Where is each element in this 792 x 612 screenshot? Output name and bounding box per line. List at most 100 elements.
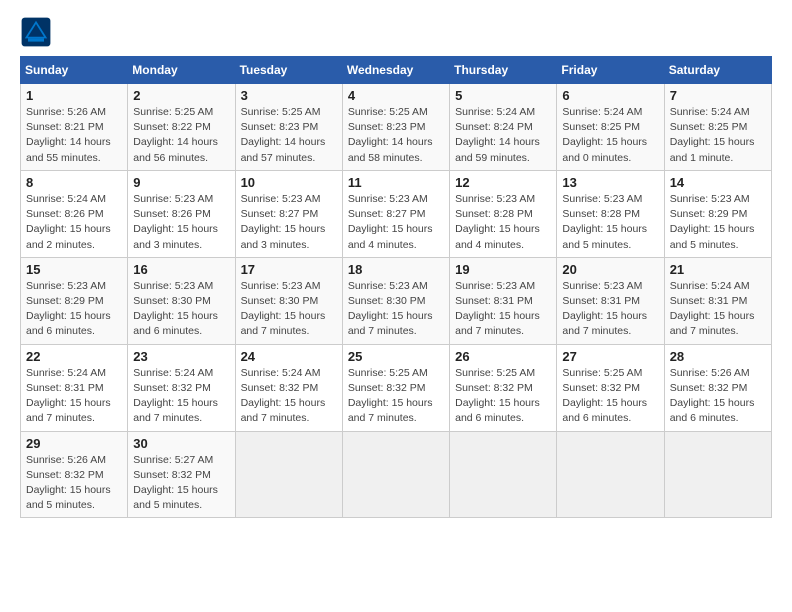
day-info: Sunrise: 5:24 AMSunset: 8:25 PMDaylight:…: [670, 106, 755, 164]
calendar-cell: 4 Sunrise: 5:25 AMSunset: 8:23 PMDayligh…: [342, 84, 449, 171]
calendar-cell: 6 Sunrise: 5:24 AMSunset: 8:25 PMDayligh…: [557, 84, 664, 171]
day-number: 20: [562, 262, 658, 277]
calendar-cell: 10 Sunrise: 5:23 AMSunset: 8:27 PMDaylig…: [235, 170, 342, 257]
day-number: 26: [455, 349, 551, 364]
day-info: Sunrise: 5:25 AMSunset: 8:32 PMDaylight:…: [455, 367, 540, 425]
day-info: Sunrise: 5:23 AMSunset: 8:28 PMDaylight:…: [562, 193, 647, 251]
calendar-cell: 1 Sunrise: 5:26 AMSunset: 8:21 PMDayligh…: [21, 84, 128, 171]
day-number: 1: [26, 88, 122, 103]
day-number: 30: [133, 436, 229, 451]
day-number: 15: [26, 262, 122, 277]
day-number: 2: [133, 88, 229, 103]
day-info: Sunrise: 5:25 AMSunset: 8:22 PMDaylight:…: [133, 106, 218, 164]
day-info: Sunrise: 5:25 AMSunset: 8:23 PMDaylight:…: [241, 106, 326, 164]
day-info: Sunrise: 5:26 AMSunset: 8:32 PMDaylight:…: [26, 454, 111, 512]
calendar-cell: 21 Sunrise: 5:24 AMSunset: 8:31 PMDaylig…: [664, 257, 771, 344]
day-number: 24: [241, 349, 337, 364]
day-number: 22: [26, 349, 122, 364]
day-number: 11: [348, 175, 444, 190]
calendar-table: SundayMondayTuesdayWednesdayThursdayFrid…: [20, 56, 772, 518]
weekday-header-tuesday: Tuesday: [235, 57, 342, 84]
day-info: Sunrise: 5:23 AMSunset: 8:30 PMDaylight:…: [348, 280, 433, 338]
day-info: Sunrise: 5:23 AMSunset: 8:30 PMDaylight:…: [133, 280, 218, 338]
day-number: 7: [670, 88, 766, 103]
calendar-cell: 7 Sunrise: 5:24 AMSunset: 8:25 PMDayligh…: [664, 84, 771, 171]
day-info: Sunrise: 5:26 AMSunset: 8:32 PMDaylight:…: [670, 367, 755, 425]
calendar-cell: 13 Sunrise: 5:23 AMSunset: 8:28 PMDaylig…: [557, 170, 664, 257]
day-info: Sunrise: 5:23 AMSunset: 8:31 PMDaylight:…: [455, 280, 540, 338]
logo-icon: [20, 16, 52, 48]
day-number: 4: [348, 88, 444, 103]
calendar-cell: 29 Sunrise: 5:26 AMSunset: 8:32 PMDaylig…: [21, 431, 128, 518]
day-info: Sunrise: 5:24 AMSunset: 8:32 PMDaylight:…: [133, 367, 218, 425]
calendar-week-1: 1 Sunrise: 5:26 AMSunset: 8:21 PMDayligh…: [21, 84, 772, 171]
day-number: 8: [26, 175, 122, 190]
day-info: Sunrise: 5:23 AMSunset: 8:29 PMDaylight:…: [670, 193, 755, 251]
day-number: 6: [562, 88, 658, 103]
weekday-header-sunday: Sunday: [21, 57, 128, 84]
calendar-cell: 27 Sunrise: 5:25 AMSunset: 8:32 PMDaylig…: [557, 344, 664, 431]
day-info: Sunrise: 5:24 AMSunset: 8:31 PMDaylight:…: [670, 280, 755, 338]
day-info: Sunrise: 5:23 AMSunset: 8:26 PMDaylight:…: [133, 193, 218, 251]
day-number: 10: [241, 175, 337, 190]
calendar-cell: 26 Sunrise: 5:25 AMSunset: 8:32 PMDaylig…: [450, 344, 557, 431]
day-number: 23: [133, 349, 229, 364]
logo: [20, 16, 56, 48]
calendar-cell: 15 Sunrise: 5:23 AMSunset: 8:29 PMDaylig…: [21, 257, 128, 344]
day-info: Sunrise: 5:23 AMSunset: 8:30 PMDaylight:…: [241, 280, 326, 338]
calendar-cell: 24 Sunrise: 5:24 AMSunset: 8:32 PMDaylig…: [235, 344, 342, 431]
day-info: Sunrise: 5:24 AMSunset: 8:26 PMDaylight:…: [26, 193, 111, 251]
day-info: Sunrise: 5:23 AMSunset: 8:28 PMDaylight:…: [455, 193, 540, 251]
day-number: 25: [348, 349, 444, 364]
calendar-cell: 25 Sunrise: 5:25 AMSunset: 8:32 PMDaylig…: [342, 344, 449, 431]
calendar-cell: 19 Sunrise: 5:23 AMSunset: 8:31 PMDaylig…: [450, 257, 557, 344]
day-number: 18: [348, 262, 444, 277]
day-info: Sunrise: 5:23 AMSunset: 8:27 PMDaylight:…: [241, 193, 326, 251]
calendar-week-4: 22 Sunrise: 5:24 AMSunset: 8:31 PMDaylig…: [21, 344, 772, 431]
day-number: 21: [670, 262, 766, 277]
day-number: 12: [455, 175, 551, 190]
day-number: 17: [241, 262, 337, 277]
header: [20, 16, 772, 48]
day-number: 19: [455, 262, 551, 277]
day-info: Sunrise: 5:27 AMSunset: 8:32 PMDaylight:…: [133, 454, 218, 512]
day-info: Sunrise: 5:24 AMSunset: 8:31 PMDaylight:…: [26, 367, 111, 425]
day-number: 9: [133, 175, 229, 190]
day-info: Sunrise: 5:23 AMSunset: 8:31 PMDaylight:…: [562, 280, 647, 338]
day-info: Sunrise: 5:23 AMSunset: 8:27 PMDaylight:…: [348, 193, 433, 251]
day-info: Sunrise: 5:25 AMSunset: 8:23 PMDaylight:…: [348, 106, 433, 164]
weekday-header-saturday: Saturday: [664, 57, 771, 84]
day-number: 16: [133, 262, 229, 277]
calendar-cell: 3 Sunrise: 5:25 AMSunset: 8:23 PMDayligh…: [235, 84, 342, 171]
calendar-cell: 23 Sunrise: 5:24 AMSunset: 8:32 PMDaylig…: [128, 344, 235, 431]
day-info: Sunrise: 5:26 AMSunset: 8:21 PMDaylight:…: [26, 106, 111, 164]
calendar-week-5: 29 Sunrise: 5:26 AMSunset: 8:32 PMDaylig…: [21, 431, 772, 518]
day-info: Sunrise: 5:24 AMSunset: 8:24 PMDaylight:…: [455, 106, 540, 164]
calendar-cell: 18 Sunrise: 5:23 AMSunset: 8:30 PMDaylig…: [342, 257, 449, 344]
day-number: 28: [670, 349, 766, 364]
calendar-cell: 14 Sunrise: 5:23 AMSunset: 8:29 PMDaylig…: [664, 170, 771, 257]
calendar-cell: 30 Sunrise: 5:27 AMSunset: 8:32 PMDaylig…: [128, 431, 235, 518]
weekday-header-row: SundayMondayTuesdayWednesdayThursdayFrid…: [21, 57, 772, 84]
calendar-cell: 5 Sunrise: 5:24 AMSunset: 8:24 PMDayligh…: [450, 84, 557, 171]
weekday-header-wednesday: Wednesday: [342, 57, 449, 84]
day-info: Sunrise: 5:23 AMSunset: 8:29 PMDaylight:…: [26, 280, 111, 338]
day-info: Sunrise: 5:25 AMSunset: 8:32 PMDaylight:…: [562, 367, 647, 425]
day-number: 29: [26, 436, 122, 451]
calendar-cell: 2 Sunrise: 5:25 AMSunset: 8:22 PMDayligh…: [128, 84, 235, 171]
calendar-cell: 28 Sunrise: 5:26 AMSunset: 8:32 PMDaylig…: [664, 344, 771, 431]
calendar-cell: 17 Sunrise: 5:23 AMSunset: 8:30 PMDaylig…: [235, 257, 342, 344]
day-number: 5: [455, 88, 551, 103]
calendar-cell: [235, 431, 342, 518]
calendar-cell: 8 Sunrise: 5:24 AMSunset: 8:26 PMDayligh…: [21, 170, 128, 257]
day-number: 3: [241, 88, 337, 103]
calendar-cell: 11 Sunrise: 5:23 AMSunset: 8:27 PMDaylig…: [342, 170, 449, 257]
calendar-body: 1 Sunrise: 5:26 AMSunset: 8:21 PMDayligh…: [21, 84, 772, 518]
weekday-header-thursday: Thursday: [450, 57, 557, 84]
calendar-cell: 20 Sunrise: 5:23 AMSunset: 8:31 PMDaylig…: [557, 257, 664, 344]
calendar-cell: 9 Sunrise: 5:23 AMSunset: 8:26 PMDayligh…: [128, 170, 235, 257]
day-info: Sunrise: 5:24 AMSunset: 8:32 PMDaylight:…: [241, 367, 326, 425]
calendar-week-2: 8 Sunrise: 5:24 AMSunset: 8:26 PMDayligh…: [21, 170, 772, 257]
calendar-cell: 16 Sunrise: 5:23 AMSunset: 8:30 PMDaylig…: [128, 257, 235, 344]
calendar-cell: [557, 431, 664, 518]
